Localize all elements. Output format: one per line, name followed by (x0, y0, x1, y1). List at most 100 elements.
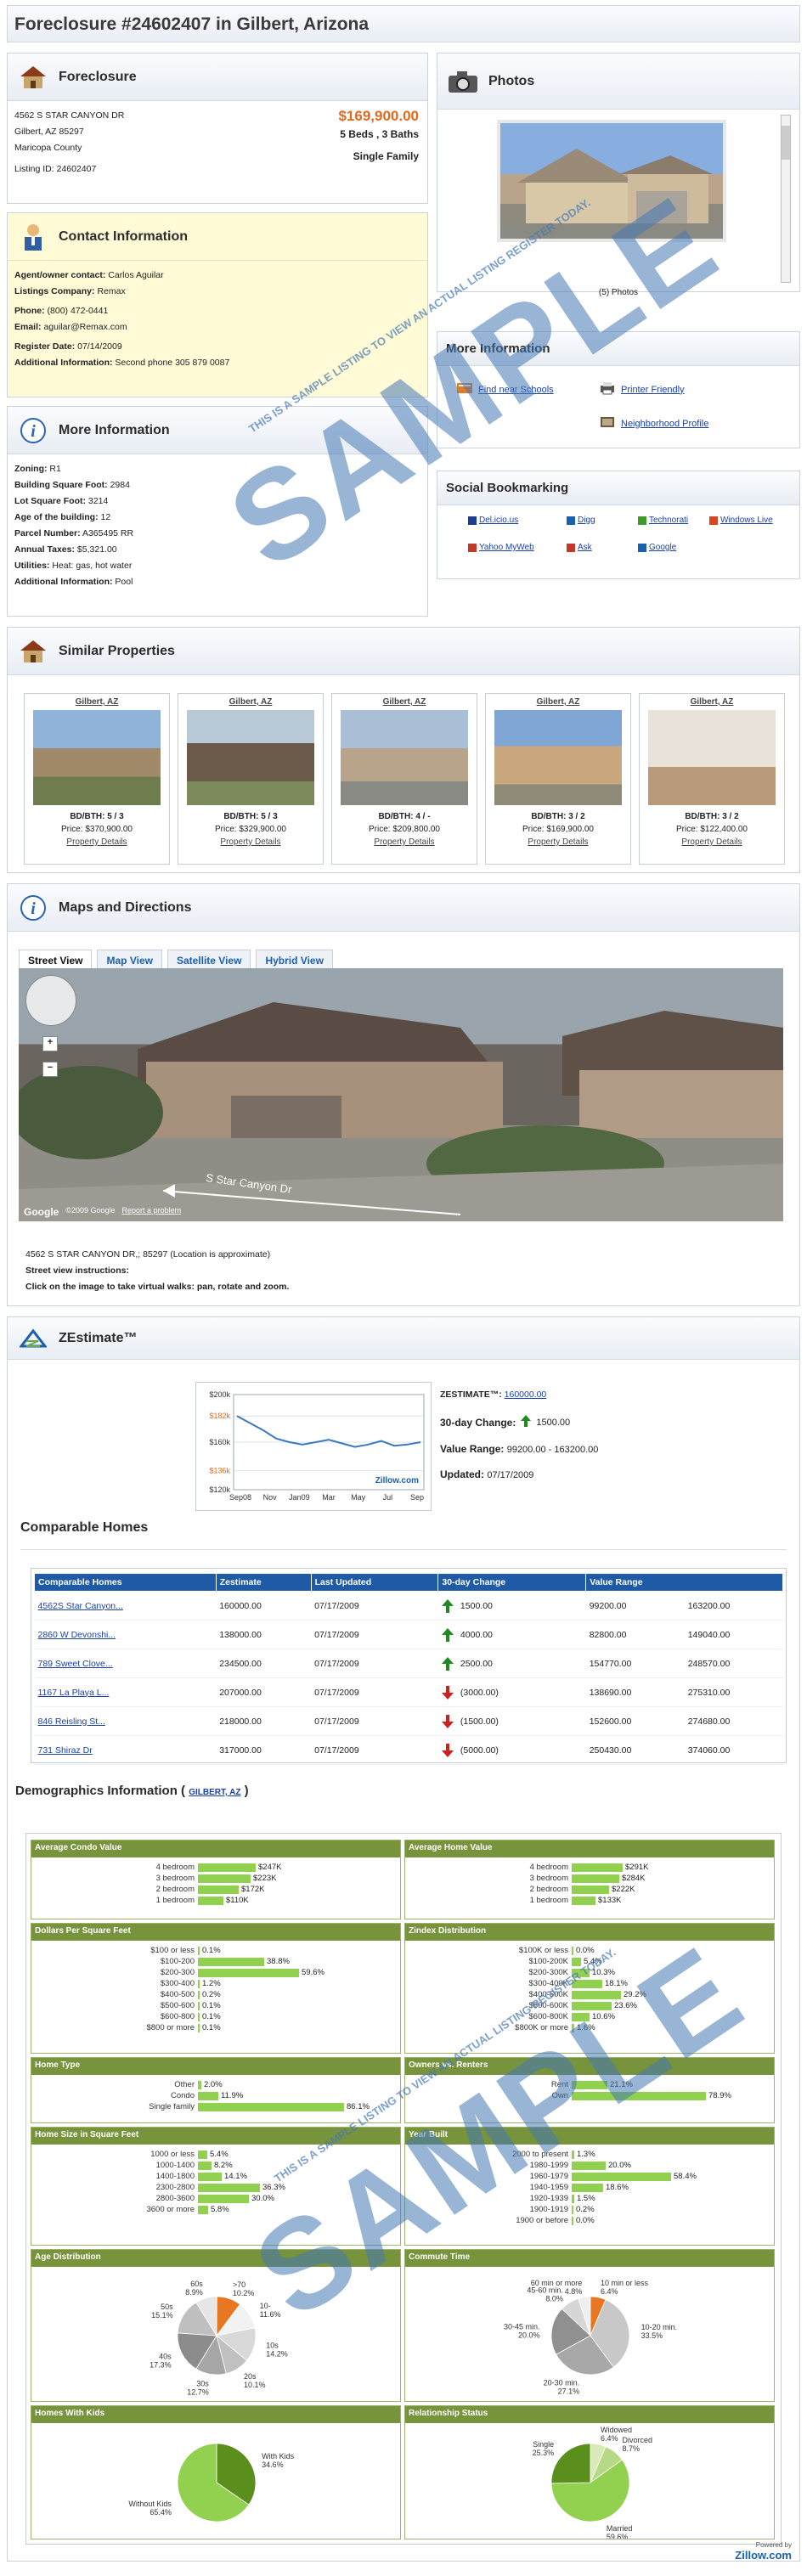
svg-text:i: i (31, 899, 36, 918)
demo-bar-row: 4 bedroom $291K (405, 1862, 774, 1873)
social-label[interactable]: Windows Live (720, 516, 773, 525)
demo-bar (198, 2205, 208, 2214)
demo-bar-label: 2800-3600 (155, 2194, 195, 2203)
pie-label: Without Kids (128, 2500, 172, 2508)
demo-bar-row: $600-800K 10.6% (405, 2011, 774, 2022)
pie-label: 40s (159, 2352, 172, 2360)
social-label[interactable]: Google (649, 543, 676, 552)
comparable-updated: 07/17/2009 (311, 1677, 438, 1707)
similar-photo[interactable] (341, 710, 468, 805)
demo-bar-row: $100K or less 0.0% (405, 1945, 774, 1956)
similar-details-link[interactable]: Property Details (25, 836, 169, 848)
demo-bar-label: 1960-1979 (529, 2172, 568, 2181)
demo-bar-row: 1400-1800 14.1% (31, 2171, 400, 2182)
comparable-home-link[interactable]: 2860 W Devonshi... (38, 1630, 116, 1640)
printer-link[interactable]: Printer Friendly (621, 385, 685, 395)
similar-city-link[interactable]: Gilbert, AZ (486, 697, 630, 707)
title-bar: Foreclosure #24602407 in Gilbert, Arizon… (7, 5, 800, 42)
bookmark-icon (709, 516, 718, 525)
comparable-range-high: 248570.00 (687, 1658, 731, 1669)
demo-bar-row: $600-800 0.1% (31, 2011, 400, 2022)
demo-bar-row: $100-200K 5.4% (405, 1956, 774, 1967)
social-link-del-icio-us[interactable]: Del.icio.us (468, 516, 518, 525)
comparable-home-link[interactable]: 846 Reisling St... (38, 1716, 105, 1727)
detail-value: A365495 RR (82, 528, 134, 538)
social-link-digg[interactable]: Digg (567, 516, 595, 525)
demo-bar (198, 1990, 200, 1999)
similar-details-link[interactable]: Property Details (640, 836, 784, 848)
social-label[interactable]: Ask (578, 543, 592, 552)
chart-x-tick: Nov (263, 1493, 278, 1502)
comparable-home-link[interactable]: 1167 La Playa L... (38, 1688, 110, 1698)
demo-title: Commute Time (405, 2250, 774, 2267)
comparable-home-link[interactable]: 731 Shiraz Dr (38, 1745, 93, 1756)
comparable-home-link[interactable]: 789 Sweet Clove... (38, 1659, 113, 1669)
neighborhood-link[interactable]: Neighborhood Profile (621, 419, 708, 429)
demo-bar (198, 1957, 264, 1966)
comparable-zestimate: 317000.00 (216, 1735, 312, 1765)
demo-bar (572, 1979, 602, 1988)
details-title: More Information (59, 422, 170, 437)
schools-link[interactable]: Find near Schools (478, 385, 554, 395)
demo-bar-label: $400-500 (160, 1990, 195, 1999)
demo-bar (572, 1946, 573, 1955)
comparable-header: Last Updated (310, 1573, 439, 1592)
social-label[interactable]: Digg (578, 516, 595, 525)
similar-details-link[interactable]: Property Details (178, 836, 323, 848)
demo-bar-row: 2 bedroom $172K (31, 1884, 400, 1895)
zoom-in-button[interactable]: + (42, 1036, 58, 1051)
demo-pie-chart: 10 min or less6.4% 10-20 min.33.5% 20-30 m… (504, 2279, 677, 2396)
map-instr-text: Click on the image to take virtual walks… (25, 1282, 290, 1292)
similar-city-link[interactable]: Gilbert, AZ (640, 697, 784, 707)
maps-title: Maps and Directions (59, 899, 192, 915)
demo-bar (572, 2194, 574, 2203)
social-label[interactable]: Del.icio.us (479, 516, 518, 525)
social-link-ask[interactable]: Ask (567, 543, 592, 552)
zestimate-chart: $200k $182k $160k $136k $120k Sep08 Nov Jan09 Ma… (195, 1382, 432, 1511)
neighborhood-link-wrap[interactable]: Neighborhood Profile (599, 415, 708, 431)
printer-link-wrap[interactable]: Printer Friendly (599, 381, 685, 397)
detail-value: Heat: gas, hot water (52, 561, 133, 571)
social-label[interactable]: Technorati (649, 516, 688, 525)
similar-details-link[interactable]: Property Details (486, 836, 630, 848)
email[interactable]: aguilar@Remax.com (43, 322, 127, 332)
pan-control[interactable] (25, 975, 76, 1026)
demo-bar (198, 2012, 200, 2021)
zoom-out-button[interactable]: − (42, 1062, 58, 1077)
similar-photo[interactable] (648, 710, 776, 805)
listing-photo[interactable] (497, 120, 726, 242)
demo-title: Home Size in Square Feet (31, 2128, 400, 2145)
demographics-city-link[interactable]: GILBERT, AZ (189, 1788, 240, 1797)
similar-city-link[interactable]: Gilbert, AZ (178, 697, 323, 707)
similar-photo[interactable] (187, 710, 314, 805)
demo-bar-row: 1920-1939 1.5% (405, 2193, 774, 2204)
comparable-home-link[interactable]: 4562S Star Canyon... (38, 1601, 123, 1611)
photo-scrollbar[interactable] (781, 115, 791, 283)
similar-header: Similar Properties (8, 628, 799, 675)
similar-city-link[interactable]: Gilbert, AZ (25, 697, 169, 707)
schools-link-wrap[interactable]: Find near Schools (456, 381, 554, 397)
zestimate-value[interactable]: 160000.00 (505, 1389, 547, 1400)
social-link-windows-live[interactable]: Windows Live (709, 516, 773, 525)
pie-slice (550, 2443, 591, 2484)
street-view-image[interactable]: S Star Canyon Dr + − Google ©2009 Google… (19, 968, 783, 1221)
social-link-technorati[interactable]: Technorati (638, 516, 688, 525)
demo-yearbuilt: Year Built 2000 to present 1.3% 1980-1999 20… (404, 2127, 775, 2246)
similar-details-link[interactable]: Property Details (332, 836, 477, 848)
demo-bar (198, 2150, 207, 2159)
social-link-google[interactable]: Google (638, 543, 676, 552)
chart-y-tick: $120k (209, 1485, 230, 1494)
report-problem-link[interactable]: Report a problem (122, 1206, 182, 1218)
demo-bar-row: $300-400K 18.1% (405, 1978, 774, 1989)
demo-bar-value: 5.8% (211, 2205, 229, 2214)
demo-bar-value: $110K (226, 1896, 249, 1905)
similar-photo[interactable] (33, 710, 161, 805)
social-label[interactable]: Yahoo MyWeb (479, 543, 534, 552)
demo-bar-value: 36.3% (262, 2183, 285, 2192)
social-link-yahoo-myweb[interactable]: Yahoo MyWeb (468, 543, 534, 552)
similar-photo[interactable] (494, 710, 622, 805)
comparable-change: 2500.00 (460, 1658, 493, 1669)
similar-city-link[interactable]: Gilbert, AZ (332, 697, 477, 707)
map-instr-title: Street view instructions: (25, 1265, 129, 1276)
photos-caption[interactable]: (5) Photos (437, 288, 799, 297)
